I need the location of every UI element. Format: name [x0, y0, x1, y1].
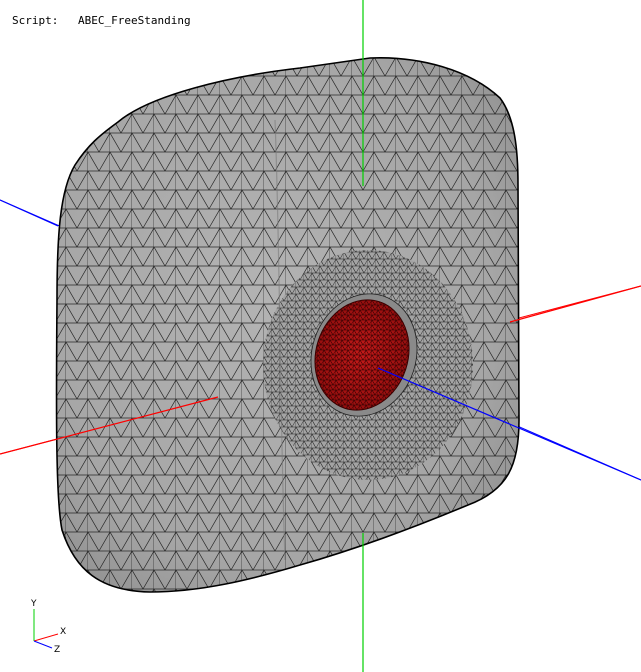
triad-x-label: X — [60, 627, 66, 637]
script-label: Script: — [12, 14, 59, 27]
triad-z-label: Z — [54, 645, 60, 655]
orientation-triad: Y X Z — [30, 599, 66, 655]
cabinet-mesh[interactable] — [40, 50, 540, 610]
axis-z-front-left — [0, 199, 59, 227]
script-info: Script: ABEC_FreeStanding — [12, 14, 191, 27]
script-name: ABEC_FreeStanding — [78, 14, 191, 27]
3d-viewport[interactable]: Y X Z Script: ABEC_FreeStanding — [0, 0, 641, 672]
triad-y-label: Y — [30, 599, 37, 609]
axis-x-front-right — [509, 285, 641, 323]
mesh-scene[interactable]: Y X Z — [0, 0, 641, 672]
